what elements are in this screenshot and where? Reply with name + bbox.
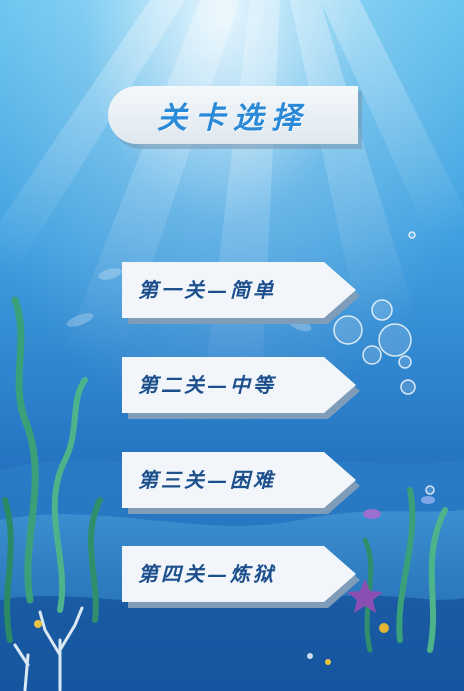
level-2-button[interactable]: 第二关—中等: [122, 357, 360, 419]
fish-icon: [363, 509, 381, 519]
level-2-label: 第二关—中等: [138, 373, 276, 397]
page-title: 关卡选择: [157, 101, 309, 136]
level-4-button[interactable]: 第四关—炼狱: [122, 546, 360, 608]
level-4-label: 第四关—炼狱: [138, 562, 276, 586]
level-3-button[interactable]: 第三关—困难: [122, 452, 360, 514]
level-1-label: 第一关—简单: [138, 278, 276, 302]
fish-icon: [421, 496, 435, 504]
level-select-title: 关卡选择: [108, 86, 358, 144]
level-3-label: 第三关—困难: [138, 468, 276, 492]
level-1-button[interactable]: 第一关—简单: [122, 262, 360, 324]
